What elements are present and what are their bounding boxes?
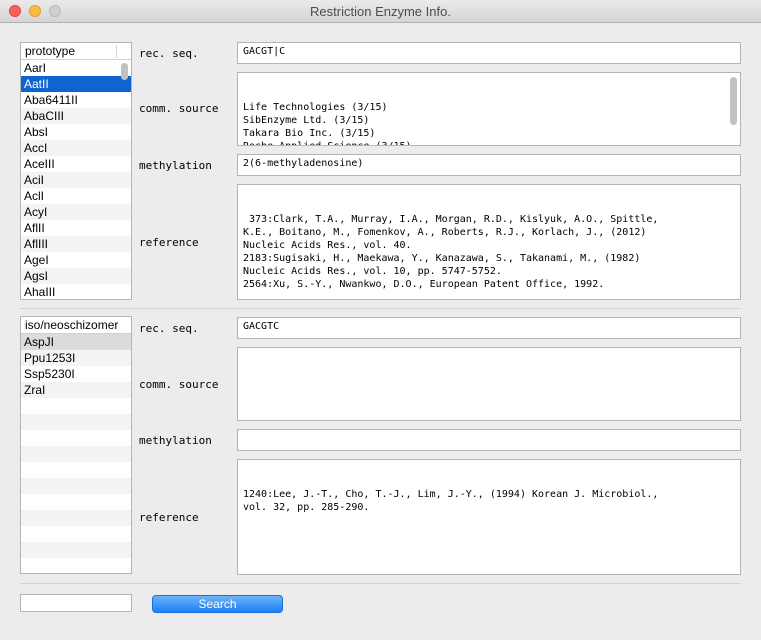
text-line: 1240:Lee, J.-T., Cho, T.-J., Lim, J.-Y.,… <box>243 489 659 500</box>
empty-row <box>21 462 131 478</box>
prototype-rec-seq-label: rec. seq. <box>139 47 199 60</box>
prototype-comm-source-field[interactable]: Life Technologies (3/15) SibEnzyme Ltd. (… <box>237 72 741 146</box>
prototype-methylation-field[interactable]: 2(6-methyladenosine) <box>237 154 741 176</box>
iso-reference-field[interactable]: 1240:Lee, J.-T., Cho, T.-J., Lim, J.-Y.,… <box>237 459 741 575</box>
empty-row <box>21 398 131 414</box>
text-line: Nucleic Acids Res., vol. 40. <box>243 240 412 251</box>
list-item[interactable]: AciI <box>21 172 131 188</box>
text-line: Takara Bio Inc. (3/15) <box>243 128 376 139</box>
prototype-reference-field[interactable]: 373:Clark, T.A., Murray, I.A., Morgan, R… <box>237 184 741 300</box>
list-item[interactable]: AceIII <box>21 156 131 172</box>
iso-reference-label: reference <box>139 511 199 524</box>
prototype-reference-lines: 373:Clark, T.A., Murray, I.A., Morgan, R… <box>243 213 735 291</box>
text-line: K.E., Boitano, M., Fomenkov, A., Roberts… <box>243 227 647 238</box>
empty-row <box>21 478 131 494</box>
iso-list-header-label: iso/neoschizomer <box>25 318 119 332</box>
list-item[interactable]: AcyI <box>21 204 131 220</box>
empty-row <box>21 430 131 446</box>
comm-source-scrollbar[interactable] <box>730 77 737 125</box>
prototype-methylation-label: methylation <box>139 159 212 172</box>
iso-list-header[interactable]: iso/neoschizomer <box>21 317 131 334</box>
prototype-list[interactable]: prototype AarI AatII Aba6411II AbaCIII AbsI A… <box>20 42 132 300</box>
title-bar: Restriction Enzyme Info. <box>0 0 761 23</box>
empty-row <box>21 542 131 558</box>
search-button[interactable]: Search <box>152 595 283 613</box>
iso-comm-source-field[interactable] <box>237 347 741 421</box>
text-line: 373:Clark, T.A., Murray, I.A., Morgan, R… <box>243 214 659 225</box>
prototype-comm-source-lines: Life Technologies (3/15) SibEnzyme Ltd. (… <box>243 101 735 145</box>
section-divider <box>20 308 741 309</box>
list-item[interactable]: AspJI <box>21 334 131 350</box>
list-item[interactable]: AflIII <box>21 236 131 252</box>
list-item[interactable]: AgsI <box>21 268 131 284</box>
list-item[interactable]: AgeI <box>21 252 131 268</box>
empty-row <box>21 558 131 573</box>
text-line: SibEnzyme Ltd. (3/15) <box>243 115 370 126</box>
empty-row <box>21 494 131 510</box>
prototype-list-scrollbar[interactable] <box>121 63 128 80</box>
text-line: vol. 32, pp. 285-290. <box>243 502 370 513</box>
list-item[interactable]: AhaIII <box>21 284 131 299</box>
text-line: Roche Applied Science (3/15) <box>243 140 735 145</box>
list-item[interactable]: Ssp5230I <box>21 366 131 382</box>
empty-row <box>21 510 131 526</box>
iso-rec-seq-field[interactable]: GACGTC <box>237 317 741 339</box>
prototype-list-rows: AarI AatII Aba6411II AbaCIII AbsI AccI AceIII A… <box>21 60 131 299</box>
window-title: Restriction Enzyme Info. <box>310 4 451 19</box>
iso-methylation-label: methylation <box>139 434 212 447</box>
empty-row <box>21 446 131 462</box>
prototype-list-header[interactable]: prototype <box>21 43 131 60</box>
empty-row <box>21 526 131 542</box>
list-item[interactable]: AflII <box>21 220 131 236</box>
prototype-reference-label: reference <box>139 236 199 249</box>
empty-row <box>21 414 131 430</box>
list-item[interactable]: AarI <box>21 60 131 76</box>
prototype-rec-seq-field[interactable]: GACGT|C <box>237 42 741 64</box>
column-separator <box>116 45 117 58</box>
list-item[interactable]: Ppu1253I <box>21 350 131 366</box>
list-item[interactable]: AclI <box>21 188 131 204</box>
iso-comm-source-label: comm. source <box>139 378 219 391</box>
text-line: 2183:Sugisaki, H., Maekawa, Y., Kanazawa… <box>243 253 641 264</box>
text-line: Nucleic Acids Res., vol. 10, pp. 5747-57… <box>243 266 502 277</box>
iso-list-rows: AspJI Ppu1253I Ssp5230I ZraI <box>21 334 131 573</box>
iso-reference-lines: 1240:Lee, J.-T., Cho, T.-J., Lim, J.-Y.,… <box>243 488 735 514</box>
prototype-list-header-label: prototype <box>25 44 76 58</box>
prototype-comm-source-label: comm. source <box>139 102 219 115</box>
search-input[interactable] <box>20 594 132 612</box>
list-item[interactable]: AbsI <box>21 124 131 140</box>
iso-list[interactable]: iso/neoschizomer AspJI Ppu1253I Ssp5230I Zr… <box>20 316 132 574</box>
list-item[interactable]: Aba6411II <box>21 92 131 108</box>
list-item[interactable]: AccI <box>21 140 131 156</box>
text-line: Life Technologies (3/15) <box>243 102 388 113</box>
list-item[interactable]: AatII <box>21 76 131 92</box>
bottom-divider <box>20 583 741 584</box>
iso-rec-seq-label: rec. seq. <box>139 322 199 335</box>
text-line: 2564:Xu, S.-Y., Nwankwo, D.O., European … <box>243 279 605 290</box>
list-item[interactable]: AbaCIII <box>21 108 131 124</box>
iso-methylation-field[interactable] <box>237 429 741 451</box>
list-item[interactable]: ZraI <box>21 382 131 398</box>
